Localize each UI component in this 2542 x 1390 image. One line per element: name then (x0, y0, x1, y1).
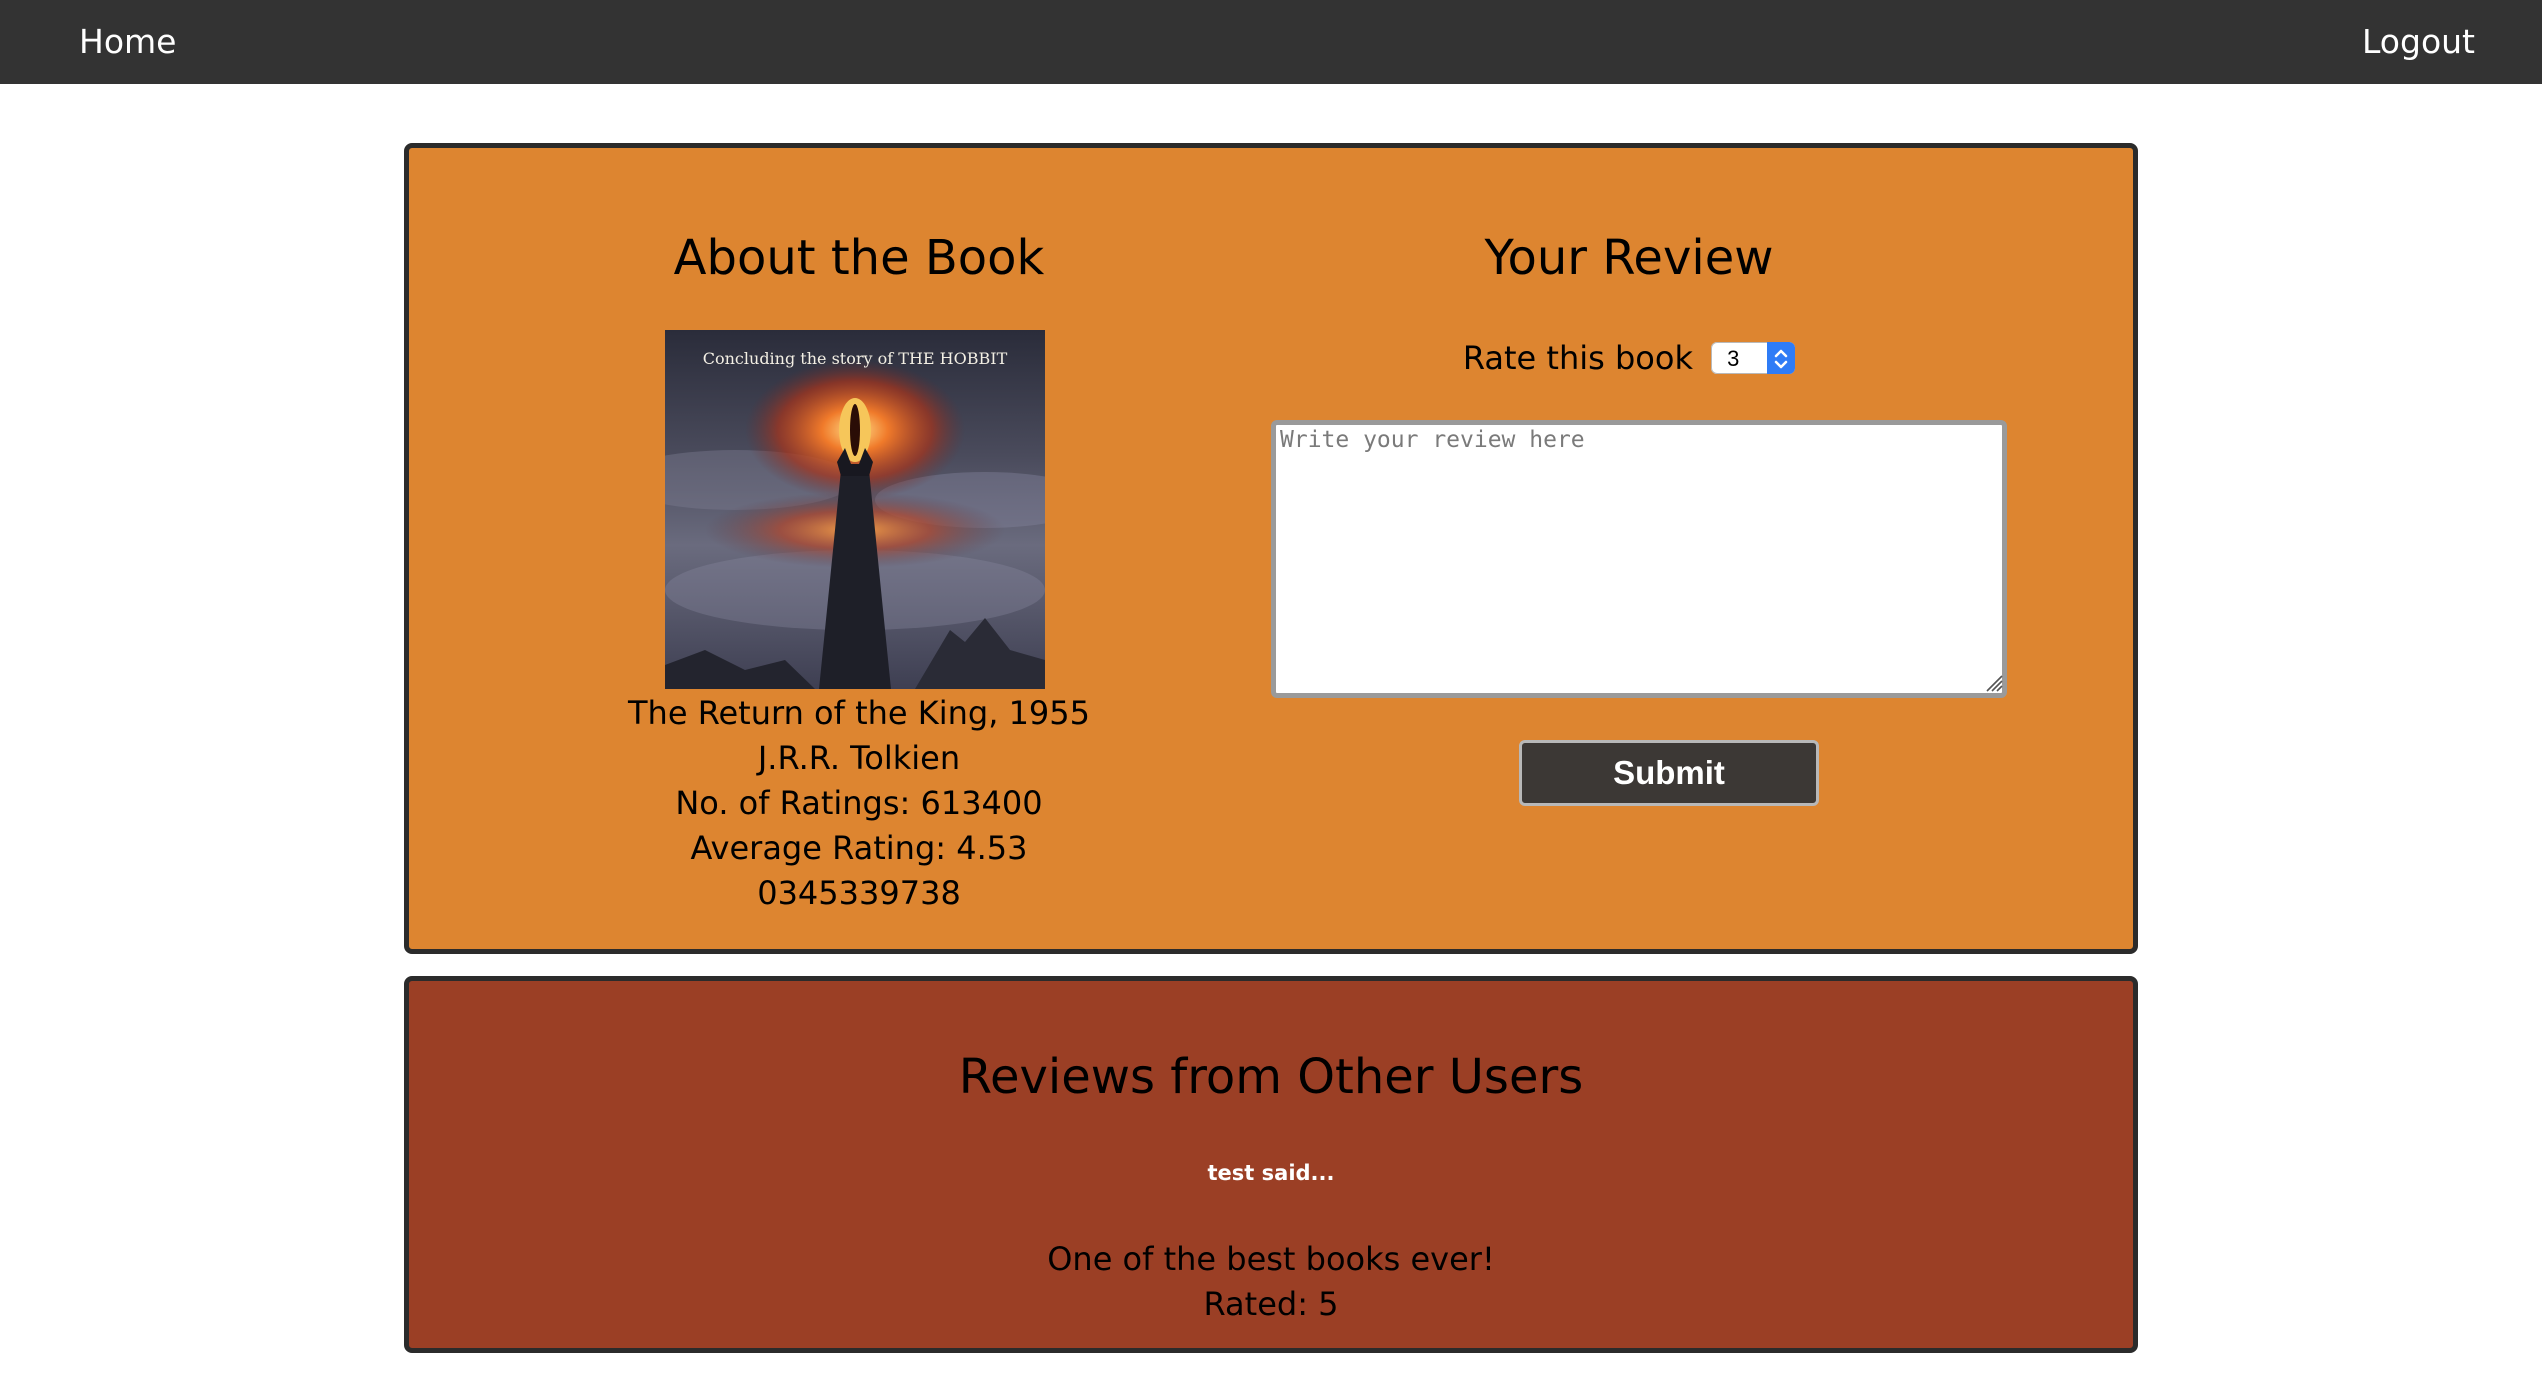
rating-select-value: 3 (1727, 346, 1740, 371)
book-author: J.R.R. Tolkien (757, 739, 961, 777)
review-author: test said... (1207, 1161, 1335, 1185)
your-review-heading: Your Review (1484, 230, 1774, 286)
logout-link[interactable]: Logout (2362, 0, 2475, 84)
rating-row: Rate this book 3 (1179, 334, 2079, 378)
book-info: The Return of the King, 1955 J.R.R. Tolk… (409, 691, 1309, 916)
review-textarea[interactable] (1271, 420, 2007, 698)
book-cover-image: Concluding the story of THE HOBBIT (665, 330, 1045, 689)
book-title-year: The Return of the King, 1955 (628, 694, 1090, 732)
rating-select[interactable]: 3 (1711, 342, 1796, 374)
review-rating: Rated: 5 (1203, 1285, 1339, 1323)
book-panel: About the Book Concluding the story of T… (404, 143, 2138, 954)
reviews-heading: Reviews from Other Users (958, 1049, 1584, 1105)
book-average-rating: Average Rating: 4.53 (690, 829, 1028, 867)
review-item: One of the best books ever! Rated: 5 (409, 1237, 2133, 1327)
review-text: One of the best books ever! (1047, 1240, 1495, 1278)
resize-handle-icon[interactable] (1981, 670, 2003, 692)
about-book-heading: About the Book (673, 230, 1045, 286)
top-navbar: Home Logout (0, 0, 2542, 84)
home-link[interactable]: Home (79, 0, 176, 84)
rate-label: Rate this book (1462, 339, 1693, 377)
book-isbn: 0345339738 (757, 874, 961, 912)
select-arrows-icon (1767, 342, 1796, 374)
book-ratings-count: No. of Ratings: 613400 (675, 784, 1043, 822)
other-reviews-panel: Reviews from Other Users test said... On… (404, 976, 2138, 1353)
svg-text:Concluding the story of THE HO: Concluding the story of THE HOBBIT (703, 349, 1008, 368)
submit-button[interactable]: Submit (1519, 740, 1819, 806)
